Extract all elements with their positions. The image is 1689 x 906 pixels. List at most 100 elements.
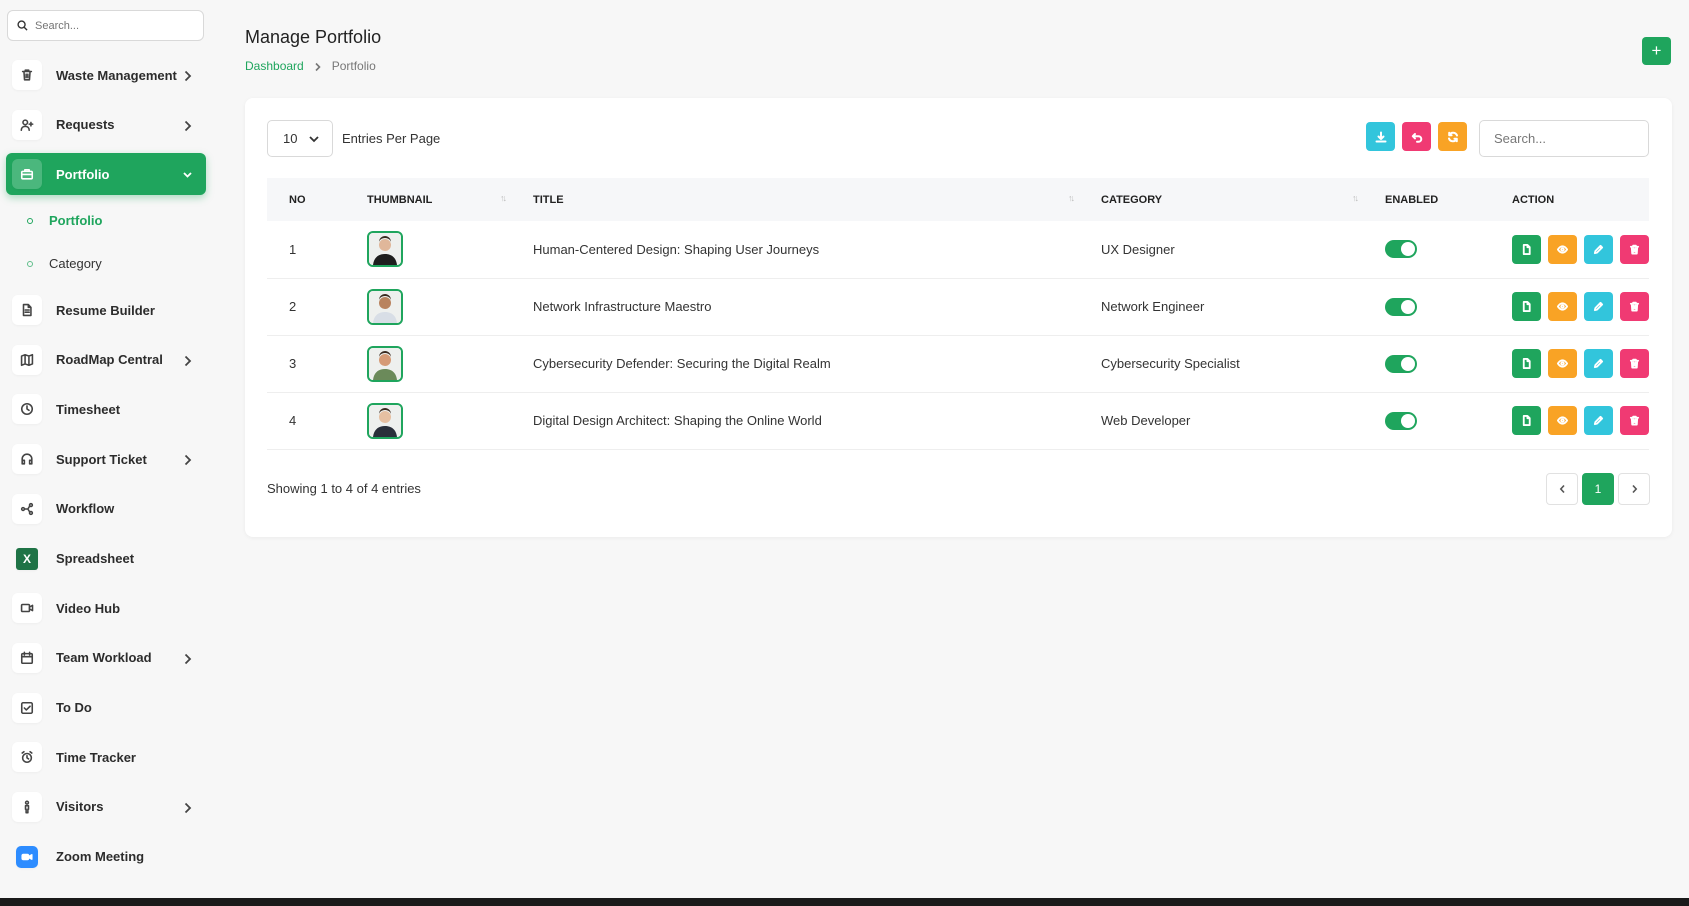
edit-button[interactable] [1584,292,1613,321]
preview-button[interactable] [1548,234,1577,264]
sidebar-search-input[interactable] [35,19,185,32]
sidebar-item-time-tracker[interactable]: Time Tracker [6,736,206,778]
sidebar-item-workflow[interactable]: Workflow [6,488,206,530]
file-icon [1522,301,1531,312]
preview-button[interactable] [1548,349,1577,378]
column-header-title[interactable]: TITLE ↑↓ [511,178,1079,221]
sidebar-item-label: Workflow [56,501,115,517]
breadcrumb: Dashboard Portfolio [245,59,376,73]
entries-per-page-label: Entries Per Page [342,131,441,146]
thumbnail-image[interactable] [367,345,403,382]
briefcase-icon [12,159,42,190]
sidebar-item-label: Spreadsheet [56,551,135,566]
table-row: 4 Digital Design Architect: Shaping the … [267,392,1649,449]
bullet-icon [27,260,33,267]
view-document-button[interactable] [1512,234,1541,264]
table-search-input[interactable] [1479,120,1649,157]
pagination-next-button[interactable] [1618,473,1650,505]
sidebar-item-video-hub[interactable]: Video Hub [6,587,206,629]
eye-icon [1557,416,1568,425]
refresh-button[interactable] [1438,122,1467,151]
thumbnail-image[interactable] [367,231,403,268]
cell-action [1490,392,1649,449]
file-icon [1522,243,1531,255]
sidebar-item-waste-management[interactable]: Waste Management [6,54,206,96]
sidebar-item-portfolio[interactable]: Portfolio [6,153,206,196]
trash-icon [1629,415,1640,426]
trash-icon [1629,301,1640,312]
sidebar-nav: Waste Management Requests Portfolio Port… [6,54,206,885]
sidebar-subitem-portfolio[interactable]: Portfolio [6,203,206,238]
cell-enabled [1363,392,1490,449]
entries-per-page-value: 10 [283,131,298,146]
column-header-category[interactable]: CATEGORY ↑↓ [1079,178,1363,221]
download-icon [1375,131,1386,142]
refresh-icon [1447,131,1458,142]
pagination-page-button[interactable]: 1 [1582,473,1614,505]
chevron-right-icon [183,354,192,366]
eye-icon [1557,359,1568,368]
breadcrumb-dashboard-link[interactable]: Dashboard [245,59,304,73]
thumbnail-image[interactable] [367,402,403,439]
preview-button[interactable] [1548,406,1577,435]
entries-info: Showing 1 to 4 of 4 entries [267,481,421,496]
view-document-button[interactable] [1512,292,1541,321]
sidebar-item-visitors[interactable]: Visitors [6,786,206,828]
table-header-row: NO THUMBNAIL ↑↓ TITLE ↑↓ CATEGORY ↑↓ ENABLE… [267,178,1649,221]
delete-button[interactable] [1620,234,1649,264]
delete-button[interactable] [1620,406,1649,435]
sidebar-item-label: Portfolio [56,166,110,182]
map-icon [12,344,42,375]
sidebar-item-resume-builder[interactable]: Resume Builder [6,289,206,331]
delete-button[interactable] [1620,292,1649,321]
enabled-toggle[interactable] [1385,411,1417,430]
thumbnail-image[interactable] [367,288,403,325]
sidebar-item-support-ticket[interactable]: Support Ticket [6,438,206,480]
chevron-down-icon [183,168,192,180]
sidebar-subitem-category[interactable]: Category [6,246,206,281]
cell-no: 1 [289,241,297,257]
sidebar: Waste Management Requests Portfolio Port… [0,0,215,898]
enabled-toggle[interactable] [1385,354,1417,373]
sidebar-item-requests[interactable]: Requests [6,104,206,146]
sidebar-search[interactable] [7,10,204,41]
column-header-thumbnail[interactable]: THUMBNAIL ↑↓ [345,178,511,221]
sidebar-item-roadmap-central[interactable]: RoadMap Central [6,339,206,381]
view-document-button[interactable] [1512,406,1541,435]
reset-button[interactable] [1402,122,1431,151]
pagination-prev-button[interactable] [1546,473,1578,505]
enabled-toggle[interactable] [1385,297,1417,316]
cell-category: Network Engineer [1101,299,1205,314]
delete-button[interactable] [1620,349,1649,378]
preview-button[interactable] [1548,292,1577,321]
edit-button[interactable] [1584,406,1613,435]
cell-title: Cybersecurity Defender: Securing the Dig… [533,356,831,371]
sidebar-item-to-do[interactable]: To Do [6,687,206,729]
sidebar-item-spreadsheet[interactable]: X Spreadsheet [6,538,206,580]
pencil-icon [1593,415,1604,426]
chevron-right-icon [183,652,192,665]
chevron-right-icon [183,119,192,131]
clock-icon [12,394,42,425]
chevron-right-icon [183,69,192,82]
video-icon [12,593,42,624]
entries-per-page-select[interactable]: 10 [267,120,333,157]
sidebar-item-label: Waste Management [56,67,177,83]
sidebar-item-team-workload[interactable]: Team Workload [6,637,206,679]
sidebar-item-timesheet[interactable]: Timesheet [6,388,206,430]
sidebar-item-zoom-meeting[interactable]: Zoom Meeting [6,836,206,878]
enabled-toggle[interactable] [1385,240,1417,259]
download-button[interactable] [1366,122,1395,151]
excel-icon: X [16,547,38,570]
cell-enabled [1363,221,1490,278]
add-portfolio-button[interactable]: + [1642,37,1671,65]
sort-icon: ↑↓ [1352,193,1359,203]
trash-icon [1629,358,1640,369]
chevron-left-icon [1559,484,1565,494]
view-document-button[interactable] [1512,349,1541,378]
pencil-icon [1593,358,1604,369]
edit-button[interactable] [1584,234,1613,264]
edit-button[interactable] [1584,349,1613,378]
sidebar-item-label: Requests [56,117,115,133]
chevron-right-icon [314,61,322,72]
